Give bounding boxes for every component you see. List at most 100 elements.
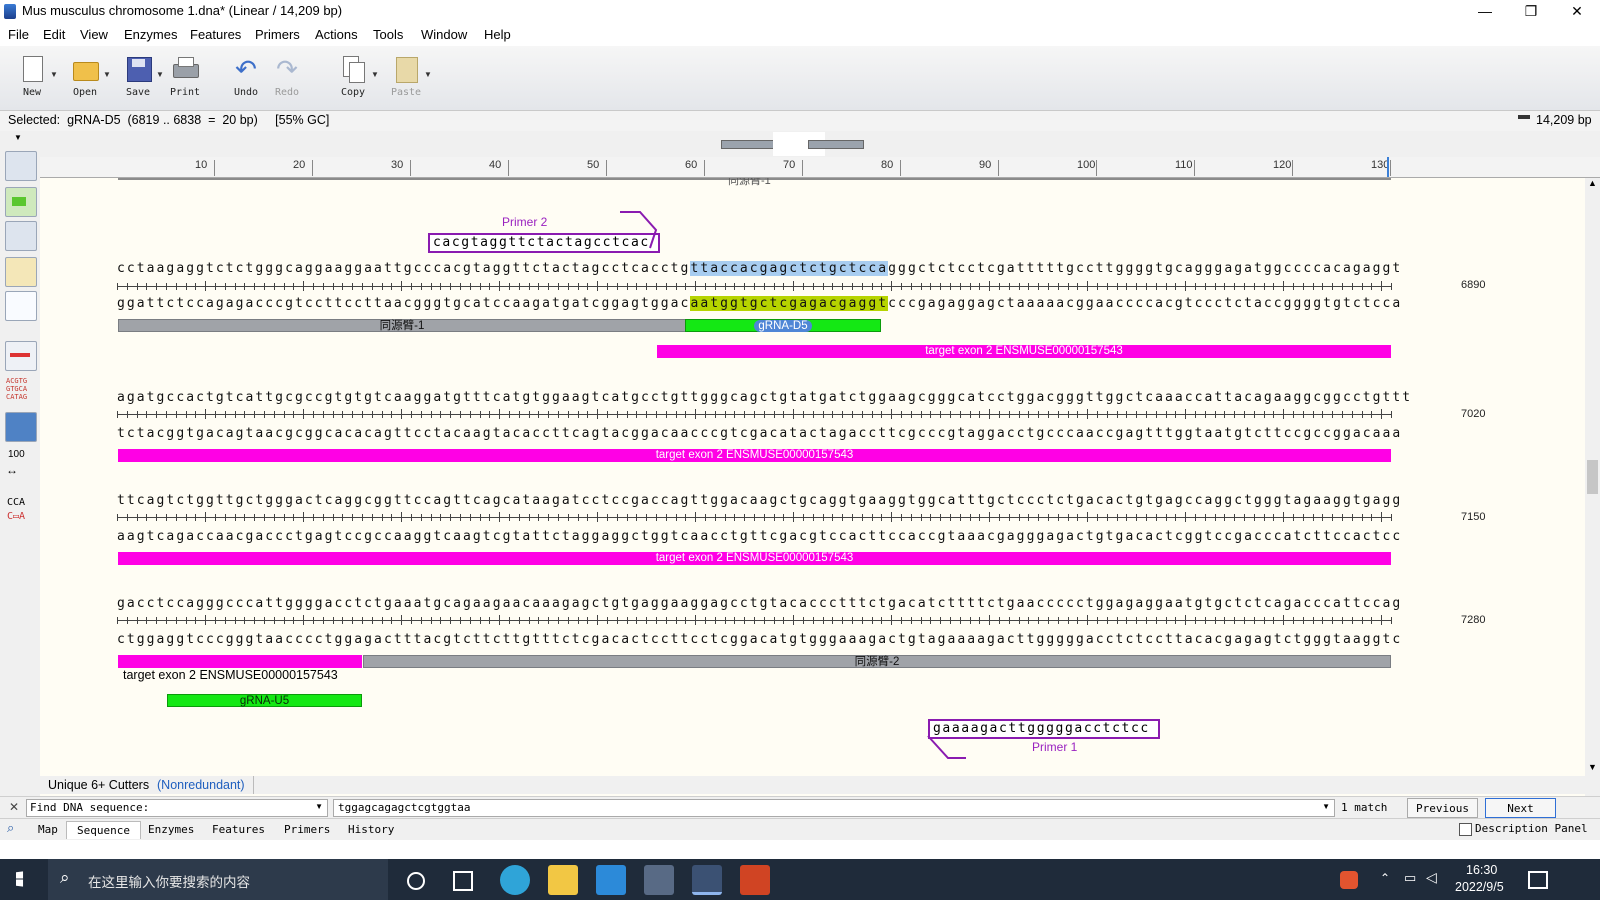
feature-target-exon[interactable]: target exon 2 ENSMUSE00000157543 [118,449,1391,462]
tab-sequence[interactable]: Sequence [66,821,141,839]
clock-date[interactable]: 2022/9/5 [1455,880,1504,894]
menu-primers[interactable]: Primers [255,27,300,42]
windows-start-icon[interactable] [16,871,24,887]
close-find-icon[interactable]: ✕ [9,800,19,814]
strand-ruler-2 [117,409,1392,419]
menu-actions[interactable]: Actions [315,27,358,42]
find-query-input[interactable]: tggagcagagctcgtggtaa ▼ [333,799,1335,817]
menu-help[interactable]: Help [484,27,511,42]
next-match-button[interactable]: Next [1485,798,1556,818]
enzyme-set-mode[interactable]: (Nonredundant) [157,778,245,792]
restore-button[interactable]: ❐ [1508,0,1554,24]
select-tool-icon[interactable] [5,151,37,181]
scroll-up-icon[interactable]: ▲ [1588,178,1597,188]
menu-file[interactable]: File [8,27,29,42]
strand-tick [1391,617,1392,624]
strand-tick [450,514,452,521]
codon-icon[interactable]: CCA [7,497,25,508]
feature-target-exon[interactable]: target exon 2 ENSMUSE00000157543 [118,552,1391,565]
seq-bottom-strand-2[interactable]: tctacggtgacagtaacgcggcacacagttcctacaagta… [117,426,1402,441]
undo-button[interactable]: ↶ Undo [224,52,268,106]
strand-tick [264,617,265,624]
find-mode-select[interactable]: Find DNA sequence: ▼ [26,799,328,817]
seq-top-strand-1[interactable]: cctaagaggtctctgggcaggaaggaattgcccacgtagg… [117,261,1402,276]
snapgene-icon[interactable] [692,865,722,895]
swap-direction-icon[interactable] [5,257,37,287]
tab-primers[interactable]: Primers [274,821,340,838]
clock-time[interactable]: 16:30 [1466,863,1497,877]
tab-map[interactable]: Map [28,821,68,838]
enzyme-sites-icon[interactable] [5,341,37,371]
map-overview[interactable] [40,131,1600,157]
feature-target-exon[interactable]: target exon 2 ENSMUSE00000157543 [657,345,1391,358]
arrow-right-icon[interactable] [5,187,37,217]
copy-dropdown-icon[interactable]: ▼ [371,70,379,79]
tab-features[interactable]: Features [202,821,275,838]
menu-tools[interactable]: Tools [373,27,403,42]
amino-acids-icon[interactable] [5,412,37,442]
seq-top-strand-2[interactable]: agatgccactgtcattgcgccgtgtgtcaaggatgtttca… [117,390,1412,405]
seq-top-strand-4[interactable]: gacctccagggcccattggggacctctgaaatgcagaaga… [117,596,1402,611]
menu-enzymes[interactable]: Enzymes [124,27,177,42]
ruler-tick-label: 30 [391,159,404,171]
sequence-view[interactable]: 同源臂-1 Primer 2 cacgtaggttctactagcctcac c… [40,178,1585,796]
wechat-work-icon[interactable] [596,865,626,895]
strand-tick [881,514,883,521]
calculator-icon[interactable] [644,865,674,895]
copy-button[interactable]: Copy ▼ [331,52,379,106]
cortana-icon[interactable] [407,872,425,890]
sogou-input-icon[interactable] [1340,871,1358,889]
vertical-scrollbar[interactable]: ▲ ▼ [1585,178,1600,796]
notifications-icon[interactable] [1528,871,1548,889]
feature-target-exon-end[interactable] [118,655,362,668]
codon-outline-icon[interactable]: C▭A [7,511,25,522]
previous-match-button[interactable]: Previous [1407,798,1478,818]
new-dropdown-icon[interactable]: ▼ [50,70,58,79]
tab-history[interactable]: History [338,821,404,838]
seq-bottom-strand-1[interactable]: ggattctccagagacccgtccttccttaacgggtgcatcc… [117,296,1402,311]
network-icon[interactable]: ▭ [1404,870,1416,886]
feature-homology-arm-2[interactable]: 同源臂-2 [363,655,1391,668]
minimize-button[interactable]: — [1462,0,1508,24]
tab-enzymes[interactable]: Enzymes [138,821,204,838]
enzyme-set-label[interactable]: Unique 6+ Cutters [48,778,149,792]
task-view-icon[interactable] [453,871,473,891]
feature-grna-d5[interactable]: gRNA-D5 [685,319,881,332]
translation-icon[interactable] [5,291,37,321]
open-dropdown-icon[interactable]: ▼ [103,70,111,79]
open-button[interactable]: Open ▼ [63,52,111,106]
strand-tick [1234,411,1236,418]
redo-button[interactable]: ↷ Redo [265,52,309,106]
numbering-icon[interactable]: 100 [8,449,25,460]
powerpoint-icon[interactable] [740,865,770,895]
volume-icon[interactable]: ◁ [1426,869,1437,886]
save-button[interactable]: Save ▼ [116,52,164,106]
menu-features[interactable]: Features [190,27,241,42]
file-explorer-icon[interactable] [548,865,578,895]
feature-homology-arm-1[interactable]: 同源臂-1 [118,319,686,332]
edge-browser-icon[interactable] [500,865,530,895]
scroll-down-icon[interactable]: ▼ [1588,762,1597,772]
new-document-icon [18,54,46,84]
print-button[interactable]: Print [163,52,207,106]
strip-collapse-icon[interactable]: ▼ [14,133,22,142]
close-button[interactable]: ✕ [1554,0,1600,24]
menu-view[interactable]: View [80,27,108,42]
search-icon[interactable]: ⌕ [7,820,14,836]
paste-button[interactable]: Paste ▼ [384,52,432,106]
paste-dropdown-icon[interactable]: ▼ [424,70,432,79]
seq-bottom-strand-4[interactable]: ctggaggtcccgggtaacccctggagactttacgtcttct… [117,632,1402,647]
spacing-icon[interactable]: ↔ [6,463,18,477]
scroll-thumb[interactable] [1587,460,1598,494]
menu-window[interactable]: Window [421,27,467,42]
feature-grna-u5[interactable]: gRNA-U5 [167,694,362,707]
description-panel-checkbox[interactable] [1459,823,1472,836]
seq-top-strand-3[interactable]: ttcagtctggttgctgggactcaggcggttccagttcagc… [117,493,1402,508]
seq-bottom-strand-3[interactable]: aagtcagaccaacgaccctgagtccgccaaggtcaagtcg… [117,529,1402,544]
taskbar-search-box[interactable]: ⌕ 在这里输入你要搜索的内容 [48,859,388,900]
new-button[interactable]: New ▼ [10,52,58,106]
strands-icon[interactable] [5,221,37,251]
tray-chevron-icon[interactable]: ⌃ [1380,871,1390,885]
menu-edit[interactable]: Edit [43,27,65,42]
show-sequence-icon[interactable]: ACGTG GTGCA CATAG [6,377,27,401]
